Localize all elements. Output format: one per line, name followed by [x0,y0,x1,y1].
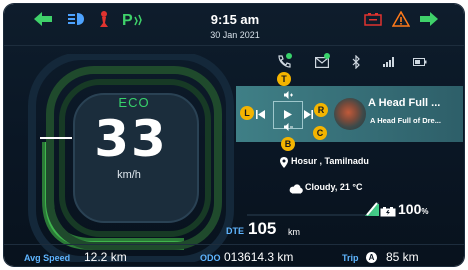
message-icon[interactable] [314,53,330,70]
volume-up-icon[interactable] [284,91,293,102]
top-bar: P 9:15 am 30 Jan 2021 [4,4,464,44]
album-art [334,98,366,130]
album-name: A Head Full of Dre... [370,116,441,125]
trip-a-badge[interactable]: A [366,252,377,263]
speed-value: 33 [94,110,168,168]
right-turn-signal-icon [420,10,438,28]
song-title: A Head Full ... [368,97,441,109]
parking-icon: P [122,10,146,28]
dte-value: 105 [248,219,277,238]
callout-center-badge: C [313,126,327,140]
battery-percent-value: 100 [398,201,422,217]
battery-icon [380,204,396,222]
instrument-cluster: P 9:15 am 30 Jan 2021 ECO 33 km/h A Head… [4,4,464,266]
callout-top-badge: T [277,72,291,86]
left-turn-signal-icon [34,10,52,28]
dte-label: DTE [226,226,244,236]
phone-battery-icon [412,54,428,70]
battery-percent-sign: % [421,207,429,216]
headlight-icon [68,10,84,28]
dte-unit: km [288,227,300,237]
cloud-icon [289,181,303,199]
location-text: Hosur , Tamilnadu [291,156,369,166]
speed-unit: km/h [117,169,141,181]
clock-time: 9:15 am [210,12,260,27]
svg-text:P: P [122,12,133,27]
trip-value: 85 km [386,250,419,264]
weather-text: Cloudy, 21 °C [305,182,363,192]
bottom-divider [4,244,464,245]
battery-percent: 100% [398,201,428,217]
location-pin-icon [280,155,288,173]
volume-down-icon[interactable] [284,123,293,134]
clock-date: 30 Jan 2021 [210,30,260,40]
phone-call-icon[interactable] [276,53,292,70]
signal-strength-icon [382,54,396,70]
battery-warning-icon [364,10,382,28]
ride-mode: ECO [118,95,150,110]
range-bar [247,202,379,216]
side-stand-icon [98,10,110,28]
callout-bottom-badge: B [281,137,295,151]
odo-value: 013614.3 km [224,250,294,264]
avg-speed-value: 12.2 km [84,250,127,264]
hazard-warning-icon [392,10,410,28]
top-divider [4,45,464,46]
bluetooth-icon[interactable] [349,54,363,70]
avg-speed-label: Avg Speed [24,253,71,263]
odo-label: ODO [200,253,221,263]
next-icon[interactable] [304,110,313,122]
trip-label: Trip [342,253,359,263]
play-icon[interactable] [284,110,292,122]
previous-icon[interactable] [256,110,265,122]
callout-left-badge: L [240,106,254,120]
callout-right-badge: R [314,103,328,117]
